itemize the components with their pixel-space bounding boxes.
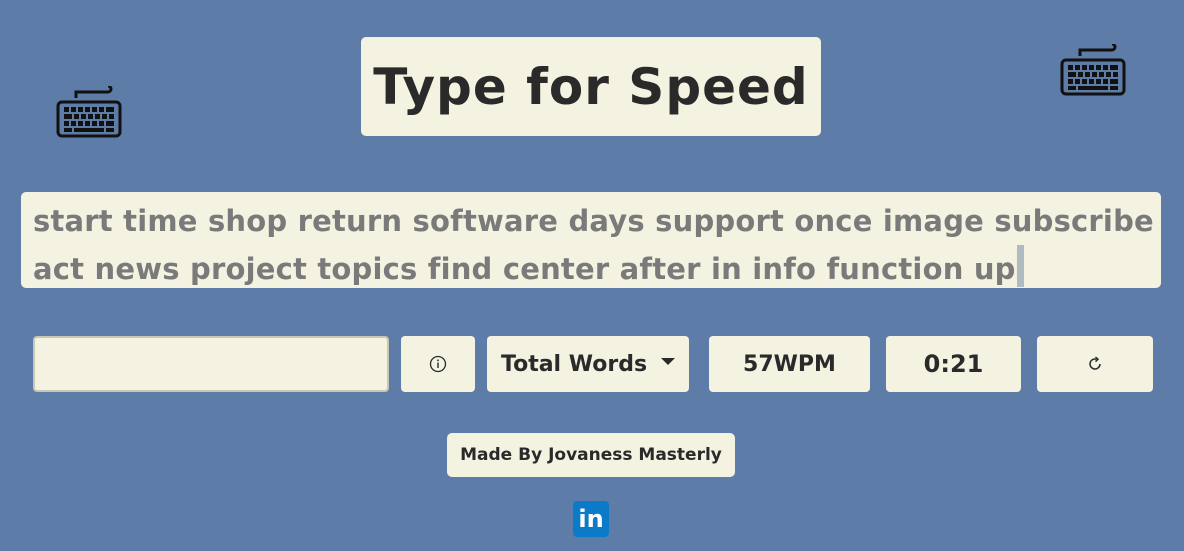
- info-icon: [429, 355, 447, 373]
- words-line-2: act news project topics find center afte…: [33, 252, 1016, 286]
- wpm-display: 57WPM: [709, 336, 870, 392]
- linkedin-icon[interactable]: in: [573, 501, 609, 537]
- controls-row: Total Words 57WPM 0:21: [0, 336, 1184, 392]
- credit-badge: Made By Jovaness Masterly: [447, 433, 735, 477]
- text-caret: [1016, 245, 1024, 287]
- wpm-value: 57WPM: [743, 351, 836, 377]
- timer-display: 0:21: [886, 336, 1021, 392]
- chevron-down-icon: [661, 357, 675, 365]
- words-panel: start time shop return software days sup…: [21, 192, 1161, 288]
- keyboard-icon: [56, 86, 122, 138]
- app-page: Type for Speed start time shop return so…: [0, 0, 1184, 551]
- refresh-icon: [1089, 356, 1101, 370]
- page-title: Type for Speed: [373, 57, 809, 116]
- title-box: Type for Speed: [361, 37, 821, 136]
- info-button[interactable]: [401, 336, 475, 392]
- mode-select[interactable]: Total Words: [487, 336, 689, 392]
- linkedin-label: in: [578, 505, 604, 533]
- words-line-1: start time shop return software days sup…: [33, 204, 1154, 238]
- credit-text: Made By Jovaness Masterly: [460, 445, 722, 465]
- mode-select-label: Total Words: [501, 351, 648, 377]
- typing-input[interactable]: [33, 336, 389, 392]
- timer-value: 0:21: [923, 350, 984, 378]
- words-line-2-wrap: act news project topics find center afte…: [33, 245, 1149, 293]
- keyboard-icon: [1060, 44, 1126, 96]
- reset-button[interactable]: [1037, 336, 1153, 392]
